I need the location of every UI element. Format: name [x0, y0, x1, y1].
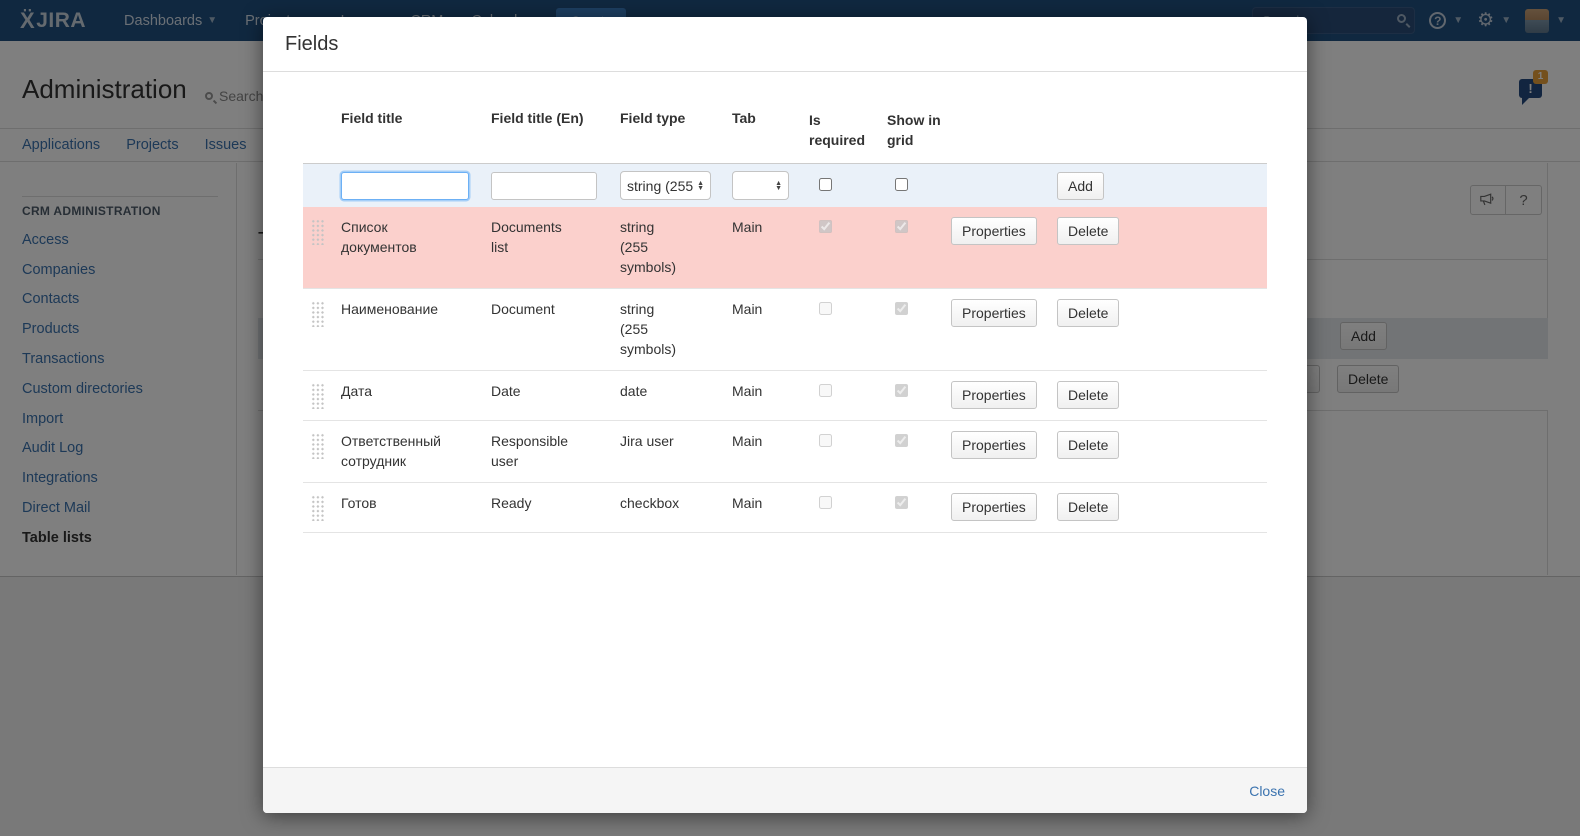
select-arrows-icon: ▲▼ [775, 181, 782, 191]
field-type-cell: string (255 symbols) [620, 217, 686, 277]
is-required-checkbox [819, 302, 832, 315]
drag-handle-icon[interactable] [311, 301, 325, 327]
show-in-grid-checkbox [895, 220, 908, 233]
field-type-cell: date [620, 381, 686, 401]
field-type-cell: Jira user [620, 431, 686, 451]
field-title-en-cell: Date [491, 381, 579, 401]
modal-footer: Close [263, 767, 1307, 813]
field-row: Наименование Document string (255 symbol… [303, 288, 1267, 370]
fields-modal: Fields Field title Field title (En) Fiel… [263, 17, 1307, 813]
properties-button[interactable]: Properties [951, 217, 1037, 245]
field-title-cell: Ответственный сотрудник [341, 431, 459, 471]
field-title-cell: Дата [341, 381, 459, 401]
show-in-grid-checkbox [895, 302, 908, 315]
show-in-grid-checkbox [895, 496, 908, 509]
is-required-checkbox [819, 384, 832, 397]
is-required-checkbox [819, 220, 832, 233]
table-bottom-border [303, 532, 1267, 533]
delete-button[interactable]: Delete [1057, 381, 1119, 409]
select-arrows-icon: ▲▼ [697, 181, 704, 191]
properties-button[interactable]: Properties [951, 493, 1037, 521]
modal-title: Fields [285, 33, 338, 56]
fields-table-header: Field title Field title (En) Field type … [303, 110, 1267, 164]
properties-button[interactable]: Properties [951, 299, 1037, 327]
show-in-grid-checkbox [895, 434, 908, 447]
new-field-tab-select[interactable]: ▲▼ [732, 171, 789, 200]
col-header-tab: Tab [732, 110, 807, 126]
field-title-cell: Наименование [341, 299, 459, 319]
delete-button[interactable]: Delete [1057, 493, 1119, 521]
properties-button[interactable]: Properties [951, 381, 1037, 409]
modal-body: Field title Field title (En) Field type … [263, 72, 1307, 767]
add-field-button[interactable]: Add [1057, 172, 1104, 200]
drag-handle-icon[interactable] [311, 219, 325, 245]
field-title-cell: Список документов [341, 217, 459, 257]
field-row: Дата Date date Main Properties Delete [303, 370, 1267, 420]
is-required-checkbox [819, 434, 832, 447]
new-field-type-select[interactable]: string (255 ▲▼ [620, 171, 711, 200]
drag-handle-icon[interactable] [311, 433, 325, 459]
close-modal-link[interactable]: Close [1249, 783, 1285, 799]
field-tab-cell: Main [732, 431, 807, 451]
fields-table: Field title Field title (En) Field type … [303, 110, 1267, 533]
col-header-field-title: Field title [341, 110, 491, 126]
new-field-title-en-input[interactable] [491, 172, 597, 200]
field-row: Готов Ready checkbox Main Properties Del… [303, 482, 1267, 532]
field-row: Список документов Documents list string … [303, 207, 1267, 288]
delete-button[interactable]: Delete [1057, 431, 1119, 459]
drag-handle-icon[interactable] [311, 495, 325, 521]
field-tab-cell: Main [732, 299, 807, 319]
col-header-show-in-grid: Show in grid [887, 110, 949, 150]
field-title-en-cell: Documents list [491, 217, 579, 257]
field-tab-cell: Main [732, 381, 807, 401]
delete-button[interactable]: Delete [1057, 217, 1119, 245]
fields-rows: Список документов Documents list string … [303, 207, 1267, 532]
properties-button[interactable]: Properties [951, 431, 1037, 459]
field-tab-cell: Main [732, 493, 807, 513]
new-field-required-checkbox[interactable] [819, 178, 832, 191]
col-header-field-type: Field type [620, 110, 732, 126]
field-title-en-cell: Ready [491, 493, 579, 513]
delete-button[interactable]: Delete [1057, 299, 1119, 327]
field-tab-cell: Main [732, 217, 807, 237]
col-header-is-required: Is required [809, 110, 871, 150]
field-type-cell: checkbox [620, 493, 686, 513]
new-field-title-input[interactable] [341, 172, 469, 200]
is-required-checkbox [819, 496, 832, 509]
field-title-en-cell: Responsible user [491, 431, 579, 471]
col-header-field-title-en: Field title (En) [491, 110, 620, 126]
new-field-row: string (255 ▲▼ ▲▼ Add [303, 164, 1267, 207]
drag-handle-icon[interactable] [311, 383, 325, 409]
field-row: Ответственный сотрудник Responsible user… [303, 420, 1267, 482]
new-field-ingrid-checkbox[interactable] [895, 178, 908, 191]
field-title-cell: Готов [341, 493, 459, 513]
field-title-en-cell: Document [491, 299, 579, 319]
field-type-cell: string (255 symbols) [620, 299, 686, 359]
show-in-grid-checkbox [895, 384, 908, 397]
modal-header: Fields [263, 17, 1307, 72]
